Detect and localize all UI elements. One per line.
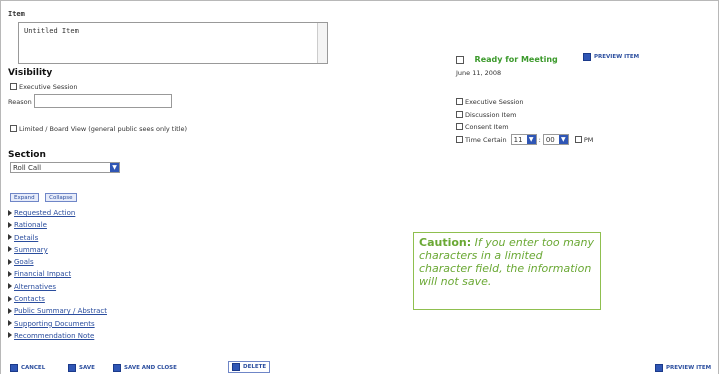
chevron-down-icon: ▼ — [526, 135, 536, 145]
expand-arrow-icon — [8, 283, 12, 290]
expand-arrow-icon — [8, 320, 12, 327]
preview-item-button-top[interactable]: PREVIEW ITEM — [583, 53, 639, 61]
executive-session-label: Executive Session — [19, 83, 78, 91]
section-item-details[interactable]: Details — [8, 232, 107, 244]
item-title-textarea[interactable]: Untitled Item — [18, 22, 328, 64]
meeting-date: June 11, 2008 — [456, 69, 502, 77]
option-executive-session[interactable]: Executive Session — [456, 96, 593, 109]
save-icon — [68, 364, 76, 372]
item-options-list: Executive Session Discussion Item Consen… — [456, 96, 593, 146]
section-item-public-summary[interactable]: Public Summary / Abstract — [8, 305, 107, 317]
section-item-summary[interactable]: Summary — [8, 244, 107, 256]
hour-select[interactable]: 11 ▼ — [510, 134, 537, 146]
chevron-down-icon: ▼ — [110, 163, 119, 172]
cancel-button[interactable]: CANCEL — [10, 364, 45, 372]
minute-select[interactable]: 00 ▼ — [542, 134, 569, 146]
item-title-value: Untitled Item — [24, 27, 79, 35]
option-checkbox[interactable] — [456, 136, 463, 144]
chevron-down-icon: ▼ — [558, 135, 568, 145]
expand-arrow-icon — [8, 295, 12, 302]
time-separator: : — [538, 135, 541, 144]
section-item-rationale[interactable]: Rationale — [8, 219, 107, 231]
pm-checkbox[interactable] — [574, 136, 582, 144]
executive-session-checkbox[interactable] — [10, 83, 17, 90]
section-item-supporting-documents[interactable]: Supporting Documents — [8, 318, 107, 330]
preview-icon — [655, 364, 663, 372]
executive-session-option[interactable]: Executive Session — [10, 82, 78, 91]
caution-title: Caution: — [419, 236, 472, 249]
option-checkbox[interactable] — [456, 98, 463, 105]
preview-item-button-bottom[interactable]: PREVIEW ITEM — [655, 364, 711, 372]
expand-arrow-icon — [8, 246, 12, 253]
section-item-financial-impact[interactable]: Financial Impact — [8, 268, 107, 280]
expand-arrow-icon — [8, 234, 12, 241]
ready-for-meeting-checkbox[interactable] — [456, 55, 464, 64]
ready-for-meeting-option[interactable]: Ready for Meeting — [456, 55, 558, 64]
delete-button[interactable]: DELETE — [228, 361, 271, 373]
option-discussion-item[interactable]: Discussion Item — [456, 109, 593, 122]
cancel-icon — [10, 364, 18, 372]
section-item-contacts[interactable]: Contacts — [8, 293, 107, 305]
textarea-scrollbar[interactable] — [317, 23, 327, 63]
ready-for-meeting-label: Ready for Meeting — [474, 55, 558, 64]
preview-icon — [583, 53, 591, 61]
limited-view-label: Limited / Board View (general public see… — [19, 125, 188, 133]
expand-arrow-icon — [8, 332, 12, 339]
option-checkbox[interactable] — [456, 123, 463, 130]
option-time-certain[interactable]: Time Certain 11 ▼ : 00 ▼ PM — [456, 134, 593, 147]
item-label: Item — [8, 10, 25, 18]
save-and-close-button[interactable]: SAVE AND CLOSE — [113, 364, 177, 372]
expand-arrow-icon — [8, 270, 12, 277]
reason-label: Reason — [8, 98, 32, 106]
caution-callout: Caution: If you enter too many character… — [413, 232, 601, 310]
section-item-recommendation-note[interactable]: Recommendation Note — [8, 330, 107, 342]
section-selected-value: Roll Call — [13, 164, 42, 172]
section-item-alternatives[interactable]: Alternatives — [8, 281, 107, 293]
delete-icon — [232, 363, 240, 371]
expand-button[interactable]: Expand — [10, 193, 39, 202]
reason-input[interactable] — [34, 94, 172, 108]
visibility-label: Visibility — [8, 68, 53, 78]
option-checkbox[interactable] — [456, 110, 463, 118]
expand-arrow-icon — [8, 209, 12, 216]
limited-view-option[interactable]: Limited / Board View (general public see… — [10, 124, 187, 133]
section-item-requested-action[interactable]: Requested Action — [8, 207, 107, 219]
sections-list: Requested Action Rationale Details Summa… — [8, 207, 107, 342]
option-consent-item[interactable]: Consent Item — [456, 121, 593, 134]
pm-label: PM — [583, 135, 594, 144]
limited-view-checkbox[interactable] — [10, 125, 17, 132]
expand-arrow-icon — [8, 307, 12, 314]
expand-arrow-icon — [8, 221, 12, 228]
section-item-goals[interactable]: Goals — [8, 256, 107, 268]
expand-collapse-group: Expand Collapse — [10, 192, 77, 202]
expand-arrow-icon — [8, 258, 12, 265]
collapse-button[interactable]: Collapse — [45, 193, 77, 202]
section-select[interactable]: Roll Call ▼ — [10, 162, 120, 173]
save-button[interactable]: SAVE — [68, 364, 95, 372]
section-label: Section — [8, 150, 46, 160]
save-close-icon — [113, 364, 121, 372]
